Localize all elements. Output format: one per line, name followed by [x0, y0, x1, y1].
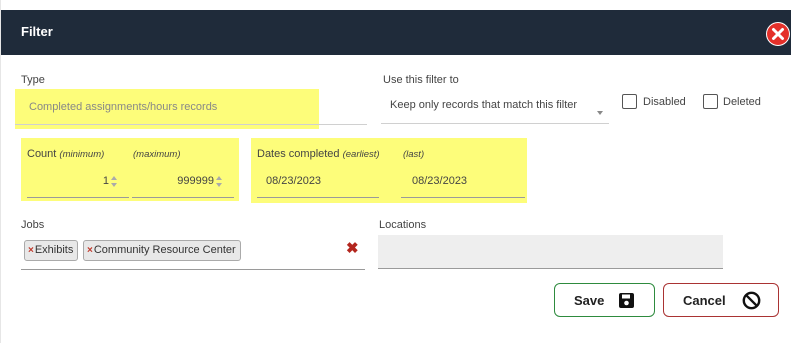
use-filter-underline [381, 123, 609, 124]
save-icon [619, 293, 634, 308]
count-min-label: (minimum) [59, 149, 105, 160]
remove-tag-icon[interactable]: × [28, 245, 34, 256]
ban-icon [742, 291, 761, 310]
dates-earliest-label: (earliest) [342, 149, 380, 160]
date-earliest-value: 08/23/2023 [266, 175, 322, 187]
job-tag-label: Community Resource Center [93, 244, 236, 256]
type-field[interactable]: Completed assignments/hours records [29, 101, 217, 113]
type-underline [15, 124, 367, 125]
locations-label: Locations [379, 219, 427, 231]
date-last-value: 08/23/2023 [412, 175, 468, 187]
save-label: Save [574, 293, 605, 308]
close-button[interactable] [766, 22, 790, 46]
count-min-underline [27, 197, 129, 198]
count-max-label: (maximum) [133, 149, 181, 160]
count-max-input[interactable]: 999999 [132, 168, 234, 198]
disabled-label: Disabled [643, 96, 686, 108]
jobs-underline [21, 269, 365, 270]
date-last-input[interactable]: 08/23/2023 [401, 168, 525, 198]
dialog-titlebar: Filter [1, 10, 791, 55]
dates-label: Dates completed (earliest) [257, 148, 380, 160]
close-icon [767, 23, 789, 45]
date-earliest-input[interactable]: 08/23/2023 [257, 168, 379, 198]
deleted-label: Deleted [723, 96, 761, 108]
dialog-title: Filter [21, 24, 53, 39]
job-tag: ×Community Resource Center [83, 240, 241, 261]
spinner-icon[interactable] [216, 176, 224, 188]
count-min-value: 1 [102, 175, 109, 187]
count-max-underline [132, 197, 234, 198]
locations-input[interactable] [378, 235, 723, 269]
use-filter-value: Keep only records that match this filter [390, 99, 578, 111]
use-filter-label: Use this filter to [383, 74, 459, 86]
spinner-icon[interactable] [111, 176, 119, 188]
job-tag-label: Exhibits [34, 244, 74, 256]
save-button[interactable]: Save [554, 283, 655, 317]
use-filter-select[interactable]: Keep only records that match this filter [381, 90, 609, 124]
disabled-checkbox[interactable] [622, 94, 637, 109]
count-max-label-wrap: (maximum) [133, 148, 181, 160]
clear-jobs-icon[interactable]: ✖ [346, 239, 359, 257]
count-label: Count (minimum) [27, 148, 104, 160]
count-min-input[interactable]: 1 [27, 168, 129, 198]
dates-title: Dates completed [257, 148, 340, 160]
cancel-label: Cancel [683, 293, 726, 308]
count-max-value: 999999 [177, 175, 214, 187]
chevron-down-icon [597, 111, 603, 115]
date-earliest-underline [257, 197, 379, 198]
date-last-underline [401, 197, 525, 198]
locations-underline [378, 268, 723, 269]
deleted-checkbox[interactable] [703, 94, 718, 109]
dates-last-label-wrap: (last) [403, 148, 424, 160]
dates-last-label: (last) [403, 149, 425, 160]
cancel-button[interactable]: Cancel [663, 283, 779, 317]
job-tag: ×Exhibits [24, 240, 79, 261]
jobs-label: Jobs [21, 219, 45, 231]
count-title: Count [27, 148, 57, 160]
type-label: Type [21, 74, 45, 86]
filter-dialog: Filter Type Completed assignments/hours … [0, 0, 791, 343]
remove-tag-icon[interactable]: × [87, 245, 93, 256]
jobs-input[interactable]: ×Exhibits ×Community Resource Center ✖ [21, 234, 365, 270]
